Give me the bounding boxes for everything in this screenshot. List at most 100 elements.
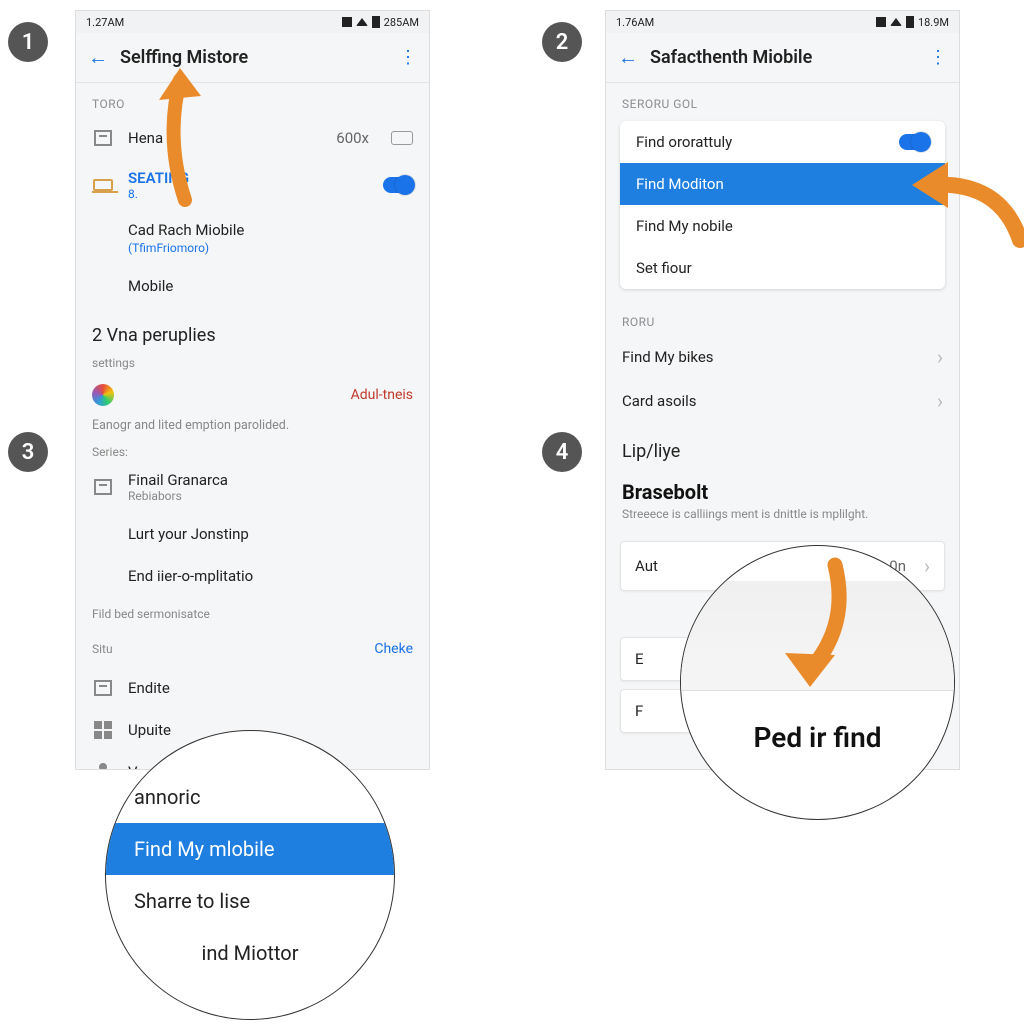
row-title: E [635,650,644,668]
grid-icon [92,719,114,741]
row-title: Lurt your Jonstinp [128,525,249,543]
row-cad[interactable]: Cad Rach Miobile (TfimFriomoro) [76,211,429,265]
row-title: F [635,702,643,720]
row-title: Upuite [128,721,171,739]
cheke-link[interactable]: Cheke [374,641,413,657]
section-label: SERORU GOL [606,83,959,117]
status-right: 18.9M [876,16,949,29]
row-title: Set fiour [636,259,692,277]
step-num: 1 [22,30,35,55]
row-lurt[interactable]: Lurt your Jonstinp [76,513,429,555]
desc-text: Eanogr and lited emption parolided. [76,416,429,443]
card-item-find-my-nobile[interactable]: Find My nobile [620,205,945,247]
laptop-icon [92,174,114,196]
row-sub: 8. [128,187,369,201]
person-icon [92,761,114,770]
status-time: 1.76AM [616,16,654,29]
status-right: 285AM [342,16,419,29]
step-num: 2 [556,30,569,55]
status-time: 1.27AM [86,16,124,29]
status-battery: 285AM [384,16,419,29]
row-title: SEATING [128,169,369,187]
battery-outline-icon [391,131,413,145]
fild-label: Fild bed sermonisatce [76,597,429,625]
toggle-switch[interactable] [383,177,413,193]
row-mobile[interactable]: Mobile [76,265,429,307]
row-sub: (TfimFriomoro) [128,241,209,255]
settings-sublabel: settings [76,352,429,374]
toggle-switch[interactable] [899,134,929,150]
options-card: Find ororattuly Find Moditon Find My nob… [620,121,945,289]
overflow-menu-icon[interactable] [929,56,947,60]
row-title: Cad Rach Miobile [128,221,244,239]
back-icon[interactable]: ← [618,48,638,68]
document-icon [92,127,114,149]
battery-icon [372,16,380,28]
card-item-find-moditon[interactable]: Find Moditon [620,163,945,205]
row-title: Card asoils [622,392,697,410]
zoom-callout-1: annoric Find My mlobile Sharre to lise i… [105,730,395,1020]
row-setting[interactable]: SEATING 8. [76,159,429,211]
section-label: RORU [606,301,959,335]
status-battery: 18.9M [918,16,949,29]
row-hena[interactable]: Hena 600x [76,117,429,159]
zoom-item-selected[interactable]: Find My mlobile [106,823,394,875]
section-label: TORO [76,83,429,117]
row-title: Find Moditon [636,175,724,193]
zoom-item: ind Miottor [106,927,394,979]
chevron-right-icon: › [924,554,930,578]
row-value: 600x [336,129,369,147]
row-endite[interactable]: Endite [76,667,429,709]
row-title: Mobile [128,277,173,295]
wifi-icon [890,18,902,26]
brasebolt-sub: Streeece is calliings ment is dnittle is… [606,506,959,533]
step-badge-4: 4 [542,432,582,472]
row-title: End iier-o-mplitatio [128,567,253,585]
card-item-set-fiour[interactable]: Set fiour [620,247,945,289]
row-end[interactable]: End iier-o-mplitatio [76,555,429,597]
battery-icon [906,16,914,28]
section-heading: Lip/liye [606,423,959,468]
row-situ: Situ Cheke [76,625,429,667]
situ-label: Situ [92,642,113,656]
overflow-menu-icon[interactable] [399,56,417,60]
status-bar: 1.27AM 285AM [76,11,429,33]
row-title: Ve [128,763,145,770]
app-bar: ← Safacthenth Miobile [606,33,959,83]
avatar-icon [92,384,114,406]
row-title: Finail Granarca [128,471,413,489]
link-adul[interactable]: Adul-tneis [351,387,413,403]
row-find-my-bikes[interactable]: Find My bikes › [606,335,959,379]
document-icon [92,476,114,498]
step-badge-2: 2 [542,22,582,62]
signal-icon [342,17,352,27]
zoom-item: Sharre to lise [106,875,394,927]
row-title: Find ororattuly [636,133,732,151]
row-card-asoils[interactable]: Card asoils › [606,379,959,423]
brasebolt-heading: Brasebolt [606,468,959,506]
zoom-callout-2: Ped ir find [680,545,955,820]
step-badge-3: 3 [8,432,48,472]
section-heading: 2 Vna peruplies [76,307,429,352]
row-title: Endite [128,679,170,697]
back-icon[interactable]: ← [88,48,108,68]
page-title: Safacthenth Miobile [650,47,929,68]
app-bar: ← Selffing Mistore [76,33,429,83]
row-account[interactable]: Adul-tneis [76,374,429,416]
wifi-icon [356,18,368,26]
row-finail[interactable]: Finail Granarca Rebiabors [76,461,429,513]
row-title: Hena [128,129,322,147]
page-title: Selffing Mistore [120,47,399,68]
phone-screenshot-1: 1.27AM 285AM ← Selffing Mistore TORO Hen… [75,10,430,770]
row-sub: Rebiabors [128,489,413,503]
zoom-big-text: Ped ir find [681,691,954,784]
document-icon [92,677,114,699]
row-title: Aut [635,557,658,575]
chevron-right-icon: › [937,389,943,413]
row-title: Find My bikes [622,348,714,366]
row-title: Find My nobile [636,217,733,235]
zoom-item: annoric [106,771,394,823]
card-item-find-ororattuly[interactable]: Find ororattuly [620,121,945,163]
series-label: Series: [76,443,429,461]
status-bar: 1.76AM 18.9M [606,11,959,33]
